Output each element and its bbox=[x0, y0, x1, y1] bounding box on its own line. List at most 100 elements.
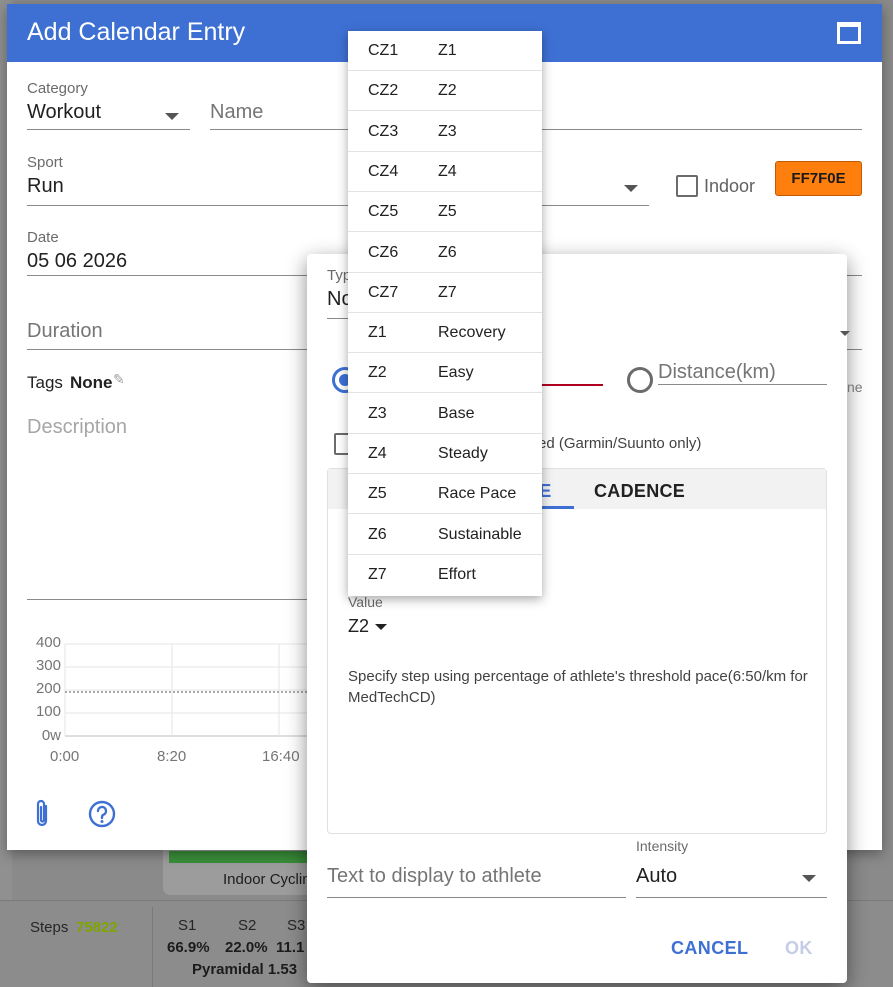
zone-name: Steady bbox=[438, 445, 488, 462]
value-select[interactable]: Z2 bbox=[348, 616, 369, 637]
zone-menu-item[interactable]: CZ1 Z1 bbox=[348, 31, 542, 71]
zone-name: Z7 bbox=[438, 283, 457, 301]
zone-code: CZ1 bbox=[368, 42, 399, 59]
zone-name: Race Pace bbox=[438, 485, 517, 503]
zone-code: Z1 bbox=[368, 324, 387, 342]
zone-menu-item[interactable]: CZ6 Z6 bbox=[348, 233, 542, 273]
chart-x-tick: 0:00 bbox=[50, 748, 80, 765]
zone-code: CZ6 bbox=[368, 243, 399, 261]
zone-menu-item[interactable]: CZ5 Z5 bbox=[348, 192, 542, 233]
zone-menu-item[interactable]: CZ7 Z7 bbox=[348, 273, 542, 313]
background-workout-card: Indoor Cyclin bbox=[162, 848, 322, 896]
category-dropdown-icon[interactable] bbox=[165, 113, 179, 120]
intensity-underline bbox=[636, 897, 827, 898]
tab-cadence[interactable]: CADENCE bbox=[594, 481, 685, 502]
workout-card-label: Indoor Cyclin bbox=[223, 871, 311, 888]
athlete-text-underline bbox=[327, 897, 626, 898]
stats-divider bbox=[152, 907, 153, 987]
pyramidal-value: Pyramidal 1.53 bbox=[192, 961, 298, 978]
zone-menu-item[interactable]: Z4 Steady bbox=[348, 434, 542, 474]
chart-x-tick: 8:20 bbox=[157, 748, 187, 765]
zone-name: Base bbox=[438, 404, 475, 422]
date-label: Date bbox=[27, 229, 59, 246]
name-input[interactable]: Name bbox=[210, 101, 263, 124]
zone-code: CZ3 bbox=[368, 122, 399, 140]
category-select[interactable]: Workout bbox=[27, 101, 101, 124]
stat-header-s3: S3 bbox=[287, 917, 306, 934]
attachment-icon[interactable] bbox=[31, 798, 53, 830]
duration-input[interactable]: Duration bbox=[27, 320, 103, 343]
maximize-icon[interactable] bbox=[837, 22, 861, 44]
zone-menu-item[interactable]: Z5 Race Pace bbox=[348, 474, 542, 515]
pace-help-text: Specify step using percentage of athlete… bbox=[348, 668, 808, 706]
stat-value-s1: 66.9% bbox=[167, 939, 210, 956]
zone-code: Z3 bbox=[368, 404, 387, 422]
zone-menu-item[interactable]: Z2 Easy bbox=[348, 353, 542, 394]
zone-name: Z3 bbox=[438, 122, 457, 140]
zone-menu-item[interactable]: CZ4 Z4 bbox=[348, 152, 542, 192]
duration-field-underline bbox=[539, 384, 603, 386]
sport-dropdown-icon[interactable] bbox=[624, 185, 638, 192]
zone-menu-item[interactable]: Z7 Effort bbox=[348, 555, 542, 595]
zone-code: Z6 bbox=[368, 525, 387, 543]
zone-name: Z1 bbox=[438, 42, 457, 59]
chart-grid bbox=[64, 643, 317, 737]
stat-header-s1: S1 bbox=[178, 917, 197, 934]
stat-value-s3: 11.1 bbox=[276, 939, 305, 956]
intensity-select[interactable]: Auto bbox=[636, 865, 677, 888]
zone-code: Z4 bbox=[368, 445, 387, 462]
zone-name: Z5 bbox=[438, 203, 457, 221]
steps-label: Steps bbox=[30, 919, 69, 936]
zone-code: CZ7 bbox=[368, 283, 399, 301]
tags-label: Tags bbox=[27, 373, 63, 392]
tags-value: None bbox=[70, 373, 113, 392]
zone-name: Effort bbox=[438, 565, 476, 583]
workout-card-bar bbox=[169, 851, 315, 863]
sport-label: Sport bbox=[27, 154, 63, 171]
sport-select[interactable]: Run bbox=[27, 175, 64, 198]
type-dropdown-icon[interactable] bbox=[840, 331, 850, 336]
zone-code: CZ2 bbox=[368, 82, 399, 100]
help-icon[interactable] bbox=[88, 800, 116, 828]
intensity-label: Intensity bbox=[636, 838, 689, 854]
cancel-button[interactable]: CANCEL bbox=[671, 938, 748, 959]
category-underline bbox=[27, 129, 190, 130]
zone-menu-item[interactable]: Z1 Recovery bbox=[348, 313, 542, 354]
indoor-checkbox[interactable] bbox=[676, 175, 698, 197]
stat-header-s2: S2 bbox=[238, 917, 257, 934]
description-input[interactable]: Description bbox=[27, 416, 127, 439]
distance-underline bbox=[658, 384, 827, 385]
zone-menu-item[interactable]: CZ2 Z2 bbox=[348, 71, 542, 112]
sport-underline bbox=[27, 205, 649, 206]
value-dropdown-icon[interactable] bbox=[375, 624, 387, 630]
category-label: Category bbox=[27, 80, 88, 97]
workout-power-chart: 400 300 200 100 0w 0:00 8:20 16:40 bbox=[27, 634, 317, 765]
zone-code: Z5 bbox=[368, 485, 387, 503]
zone-code: Z7 bbox=[368, 565, 387, 583]
distance-radio[interactable] bbox=[627, 367, 653, 393]
zone-menu-item[interactable]: Z6 Sustainable bbox=[348, 515, 542, 555]
edit-tags-icon[interactable]: ✎ bbox=[113, 371, 125, 388]
step-checkbox-label: ed (Garmin/Suunto only) bbox=[538, 435, 702, 452]
intensity-dropdown-icon[interactable] bbox=[802, 875, 816, 882]
stat-value-s2: 22.0% bbox=[225, 939, 268, 956]
zone-code: Z2 bbox=[368, 364, 387, 382]
zone-menu-item[interactable]: Z3 Base bbox=[348, 394, 542, 434]
steps-value: 75822 bbox=[76, 919, 118, 936]
trailing-label: ne bbox=[847, 379, 863, 395]
zone-name: Z2 bbox=[438, 82, 457, 100]
date-input[interactable]: 05 06 2026 bbox=[27, 250, 127, 273]
chart-x-tick: 16:40 bbox=[262, 748, 300, 765]
zone-code: CZ5 bbox=[368, 203, 399, 221]
athlete-text-input[interactable]: Text to display to athlete bbox=[327, 865, 542, 888]
indoor-label: Indoor bbox=[704, 176, 756, 196]
ok-button[interactable]: OK bbox=[785, 938, 813, 959]
zone-name: Z4 bbox=[438, 162, 457, 180]
zone-code: CZ4 bbox=[368, 162, 399, 180]
distance-input[interactable]: Distance(km) bbox=[658, 361, 776, 384]
zone-name: Sustainable bbox=[438, 525, 522, 543]
color-picker-button[interactable]: FF7F0E bbox=[775, 161, 862, 196]
zone-name: Recovery bbox=[438, 324, 506, 342]
zone-menu-item[interactable]: CZ3 Z3 bbox=[348, 112, 542, 152]
zone-name: Easy bbox=[438, 364, 474, 382]
